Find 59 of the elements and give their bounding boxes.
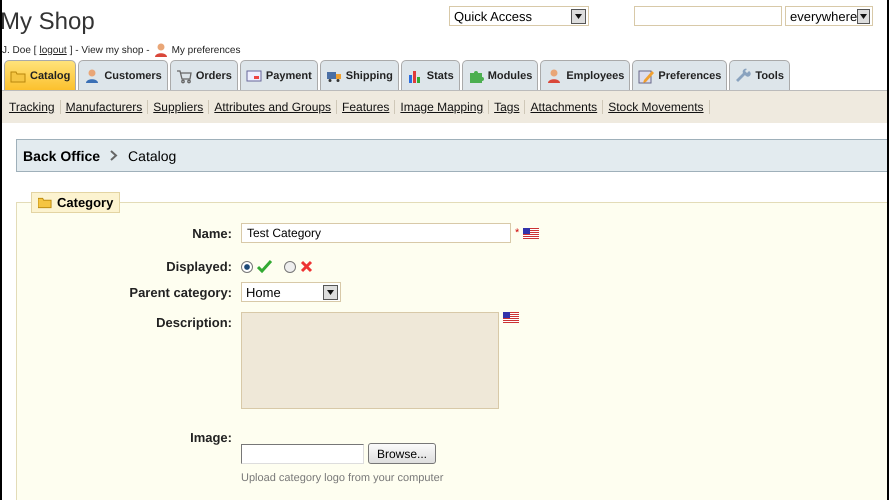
subnav-link[interactable]: Tracking [4, 100, 61, 114]
cart-icon [176, 68, 192, 84]
file-input[interactable] [241, 444, 364, 464]
pencil-icon [638, 68, 654, 84]
flag-icon [523, 228, 540, 238]
field-label: Parent category: [128, 284, 232, 300]
nav-tab[interactable]: Payment [240, 60, 318, 90]
nav-tab[interactable]: Orders [170, 60, 238, 90]
subnav-link[interactable]: Attachments [525, 100, 604, 114]
preferences-link[interactable]: My preferences [172, 44, 240, 56]
subnav-link[interactable]: Attributes and Groups [209, 100, 338, 114]
person-icon [546, 68, 562, 84]
breadcrumb-item: Catalog [128, 148, 176, 164]
subnav-link[interactable]: Tags [489, 100, 526, 114]
caret-icon [575, 14, 582, 18]
nav-tab[interactable]: Shipping [320, 60, 399, 90]
nav-tab[interactable]: Tools [729, 60, 790, 90]
shop-title: My Shop [2, 8, 96, 36]
nav-tab[interactable]: Modules [462, 60, 538, 90]
field-label: Description: [155, 315, 232, 330]
subnav-link[interactable]: Features [337, 100, 396, 114]
view-shop-text: ] - View my shop - [70, 44, 150, 56]
person-icon [84, 68, 100, 84]
radio-button[interactable] [284, 260, 296, 272]
subnav-link[interactable]: Stock Movements [603, 100, 710, 114]
hint-text: Upload category logo from your computer [241, 472, 444, 484]
wrench-icon [735, 68, 752, 84]
radio-button[interactable] [241, 260, 253, 272]
person-icon [152, 42, 169, 58]
check-icon [257, 260, 272, 273]
panel-legend: Category [31, 192, 120, 213]
field-label: Name: [191, 226, 232, 240]
subnav-link[interactable]: Image Mapping [395, 100, 490, 114]
user-name: J. Doe [ [2, 44, 36, 56]
required-mark: * [515, 227, 520, 239]
chevron-icon [110, 150, 118, 161]
nav-tab[interactable]: Preferences [632, 60, 728, 90]
cross-icon [300, 260, 313, 273]
field-label: Displayed: [165, 259, 232, 274]
card-icon [246, 68, 262, 84]
nav-tab[interactable]: Customers [78, 60, 168, 90]
field-label: Image: [189, 430, 232, 445]
search-scope-select[interactable]: everywhere [785, 6, 873, 26]
subnav-link[interactable]: Manufacturers [60, 100, 148, 114]
caret-icon [327, 290, 334, 294]
browse-button[interactable]: Browse... [368, 443, 436, 464]
flag-icon [503, 312, 519, 323]
subnav-link[interactable]: Suppliers [148, 100, 210, 114]
folder-icon [38, 196, 52, 208]
search-field[interactable] [634, 6, 782, 26]
caret-icon [860, 14, 868, 18]
quick-access-select[interactable]: Quick Access [449, 6, 589, 26]
parent-category-select[interactable]: Home [241, 282, 341, 302]
breadcrumb-item[interactable]: Back Office [23, 148, 100, 164]
nav-tab[interactable]: Catalog [4, 60, 76, 90]
nav-tab[interactable]: Employees [540, 60, 630, 90]
nav-tab[interactable]: Stats [400, 60, 460, 90]
name-input[interactable]: Test Category [241, 223, 511, 243]
logout-link[interactable]: logout [39, 44, 67, 56]
